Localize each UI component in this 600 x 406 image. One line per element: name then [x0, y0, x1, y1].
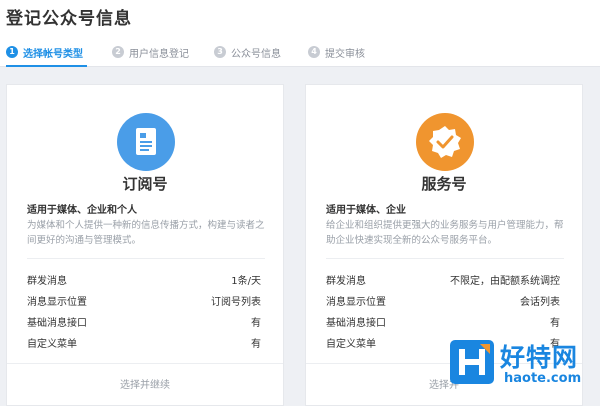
feature-value: 不限定，由配额系统调控 [450, 276, 560, 287]
divider [326, 258, 564, 259]
step-user-info[interactable]: 2 用户信息登记 [112, 44, 189, 60]
feature-row: 基础消息接口 有 [326, 314, 560, 329]
subscription-account-card[interactable]: 订阅号 适用于媒体、企业和个人 为媒体和个人提供一种新的信息传播方式，构建与读者… [6, 84, 284, 406]
step-label: 公众号信息 [231, 48, 281, 60]
feature-value: 有 [251, 339, 261, 350]
verified-badge-icon [416, 113, 474, 171]
card-footer: 选择并继续 [7, 363, 283, 404]
feature-key: 自定义菜单 [27, 339, 77, 350]
step-account-info[interactable]: 3 公众号信息 [214, 44, 281, 60]
step-number: 4 [308, 46, 320, 58]
feature-key: 消息显示位置 [326, 297, 386, 308]
card-subtitle: 适用于媒体、企业和个人 [27, 205, 137, 216]
feature-value: 有 [550, 318, 560, 329]
select-continue-button[interactable]: 选择并继续 [7, 376, 283, 391]
feature-value: 1条/天 [231, 276, 261, 287]
feature-key: 消息显示位置 [27, 297, 87, 308]
card-title: 服务号 [421, 175, 467, 193]
watermark-name: 好特网 [500, 343, 579, 372]
document-icon [117, 113, 175, 171]
step-number: 2 [112, 46, 124, 58]
feature-row: 自定义菜单 有 [27, 335, 261, 350]
feature-value: 订阅号列表 [211, 297, 261, 308]
step-label: 提交审核 [325, 48, 365, 60]
step-label: 用户信息登记 [129, 48, 189, 60]
page-header: 登记公众号信息 1 选择帐号类型 2 用户信息登记 3 公众号信息 4 提交审核 [0, 0, 600, 67]
step-number: 3 [214, 46, 226, 58]
feature-key: 基础消息接口 [27, 318, 87, 329]
watermark: 好特网 haote.com [444, 336, 600, 394]
feature-key: 群发消息 [27, 276, 67, 287]
feature-key: 基础消息接口 [326, 318, 386, 329]
feature-row: 消息显示位置 订阅号列表 [27, 293, 261, 308]
step-submit-review[interactable]: 4 提交审核 [308, 44, 365, 60]
feature-value: 会话列表 [520, 297, 560, 308]
step-label: 选择帐号类型 [23, 48, 83, 60]
feature-row: 消息显示位置 会话列表 [326, 293, 560, 308]
card-title: 订阅号 [122, 175, 168, 193]
feature-row: 群发消息 不限定，由配额系统调控 [326, 272, 560, 287]
feature-key: 自定义菜单 [326, 339, 376, 350]
feature-value: 有 [251, 318, 261, 329]
step-select-account-type[interactable]: 1 选择帐号类型 [6, 44, 87, 67]
card-description: 为媒体和个人提供一种新的信息传播方式，构建与读者之间更好的沟通与管理模式。 [27, 220, 265, 246]
divider [27, 258, 265, 259]
card-description: 给企业和组织提供更强大的业务服务与用户管理能力，帮助企业快速实现全新的公众号服务… [326, 220, 564, 246]
page-title: 登记公众号信息 [6, 9, 132, 29]
feature-row: 基础消息接口 有 [27, 314, 261, 329]
card-subtitle: 适用于媒体、企业 [326, 205, 406, 216]
watermark-logo-icon [450, 340, 494, 384]
step-number: 1 [6, 46, 18, 58]
feature-row: 群发消息 1条/天 [27, 272, 261, 287]
watermark-url: haote.com [504, 371, 582, 386]
feature-key: 群发消息 [326, 276, 366, 287]
